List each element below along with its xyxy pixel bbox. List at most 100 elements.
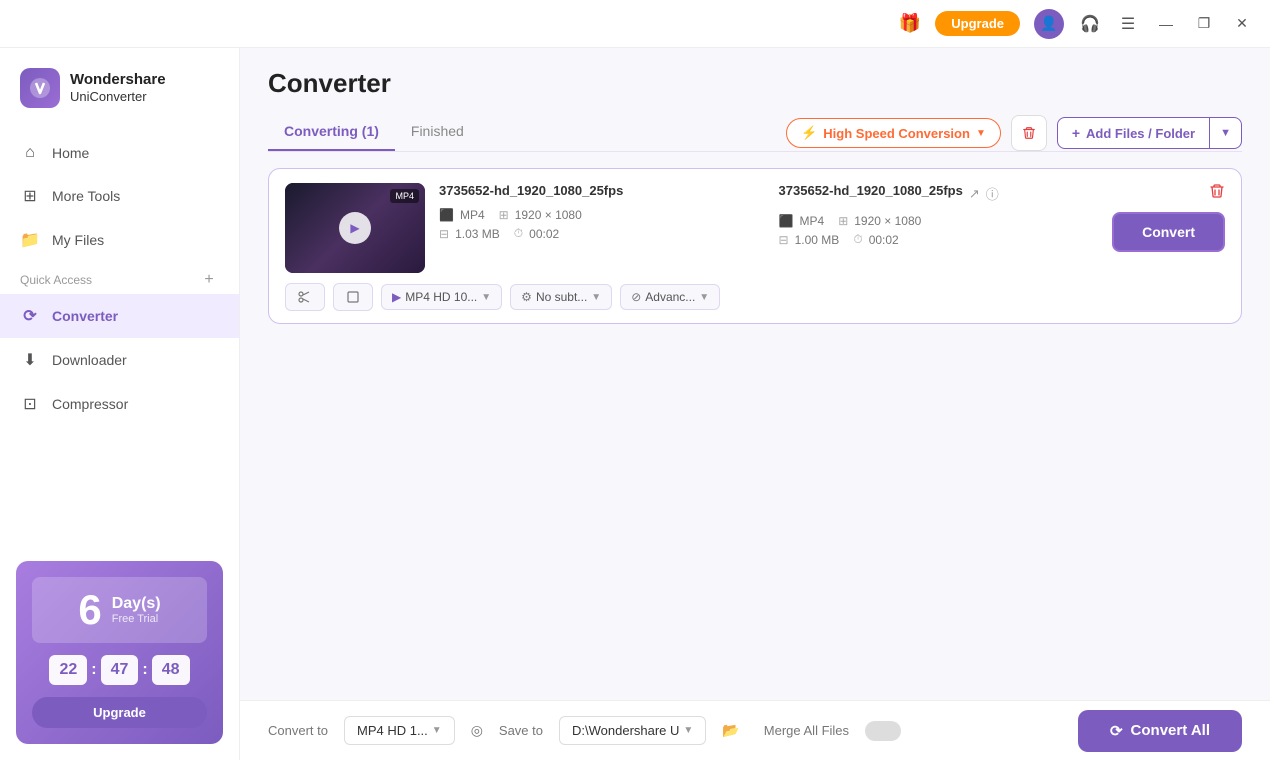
- more-tools-icon: ⊞: [20, 186, 40, 206]
- advanced-select-dropdown[interactable]: ⊘ Advanc... ▼: [620, 284, 720, 310]
- sidebar-item-more-tools[interactable]: ⊞ More Tools: [0, 174, 239, 218]
- bottom-tools: ▶ MP4 HD 10... ▼ ⚙ No subt... ▼ ⊘ Advanc…: [381, 284, 1225, 310]
- convert-all-button[interactable]: ⟳ Convert All: [1078, 710, 1242, 752]
- headset-icon[interactable]: 🎧: [1078, 12, 1102, 36]
- sidebar-item-converter[interactable]: ⟳ Converter: [0, 294, 239, 338]
- countdown-hours: 22: [49, 655, 87, 685]
- file-thumbnail: ▶ MP4: [285, 183, 425, 273]
- convert-to-label: Convert to: [268, 723, 328, 738]
- output-format-row: ⬛ MP4 ⊞ 1920 × 1080: [779, 214, 1099, 228]
- maximize-button[interactable]: ❐: [1192, 12, 1216, 36]
- close-button[interactable]: ✕: [1230, 12, 1254, 36]
- days-display: 6 Day(s) Free Trial: [32, 577, 207, 643]
- add-files-dropdown-arrow[interactable]: ▼: [1210, 120, 1241, 146]
- merge-toggle[interactable]: [865, 721, 901, 741]
- source-info-col: 3735652-hd_1920_1080_25fps ⬛ MP4 ⊞ 1920 …: [439, 183, 759, 247]
- folder-open-icon[interactable]: 📂: [722, 722, 739, 739]
- bottom-bar: Convert to MP4 HD 1... ▼ ◎ Save to D:\Wo…: [240, 700, 1270, 760]
- add-files-button[interactable]: + Add Files / Folder ▼: [1057, 117, 1242, 149]
- format-select-dropdown[interactable]: ▶ MP4 HD 10... ▼: [381, 284, 502, 310]
- file-card-bottom: ▶ MP4 HD 10... ▼ ⚙ No subt... ▼ ⊘ Advanc…: [269, 273, 1241, 323]
- chevron-down-icon: ▼: [481, 292, 491, 303]
- format-select-value: MP4 HD 10...: [405, 290, 477, 304]
- logo-icon: [20, 68, 60, 108]
- output-size: 1.00 MB: [795, 233, 840, 247]
- source-size-row: ⊟ 1.03 MB ⏱ 00:02: [439, 226, 759, 241]
- titlebar: 🎁 Upgrade 👤 🎧 ☰ — ❐ ✕: [0, 0, 1270, 48]
- convert-format-value: MP4 HD 1...: [357, 723, 428, 738]
- output-size-icon: ⊟: [779, 233, 789, 247]
- chevron-down-icon: ▼: [683, 725, 693, 736]
- trash-icon: [1209, 183, 1225, 199]
- menu-icon[interactable]: ☰: [1116, 12, 1140, 36]
- file-info: 3735652-hd_1920_1080_25fps ⬛ MP4 ⊞ 1920 …: [439, 183, 1098, 247]
- output-info-col: 3735652-hd_1920_1080_25fps ↗ ⓘ ⬛ MP4 ⊞: [779, 183, 1099, 247]
- add-files-main[interactable]: + Add Files / Folder: [1058, 118, 1210, 148]
- convert-to-dropdown[interactable]: MP4 HD 1... ▼: [344, 716, 455, 745]
- output-filename: 3735652-hd_1920_1080_25fps: [779, 183, 963, 198]
- quick-access-add-button[interactable]: +: [199, 270, 219, 290]
- trial-box: 6 Day(s) Free Trial 22 : 47 : 48 Upgrade: [16, 561, 223, 744]
- minimize-button[interactable]: —: [1154, 12, 1178, 36]
- source-format-row: ⬛ MP4 ⊞ 1920 × 1080: [439, 208, 759, 222]
- page-header: Converter Converting (1) Finished ⚡ High…: [240, 48, 1270, 151]
- tab-actions: ⚡ High Speed Conversion ▼ + Add Files / …: [786, 115, 1242, 151]
- sidebar-item-home[interactable]: ⌂ Home: [0, 132, 239, 174]
- output-duration: 00:02: [869, 233, 899, 247]
- upgrade-trial-button[interactable]: Upgrade: [32, 697, 207, 728]
- cut-tool-button[interactable]: [285, 283, 325, 311]
- avatar[interactable]: 👤: [1034, 9, 1064, 39]
- free-trial-label: Free Trial: [112, 613, 161, 625]
- sidebar-item-my-files[interactable]: 📁 My Files: [0, 218, 239, 262]
- convert-all-icon: ⟳: [1110, 722, 1123, 740]
- convert-button[interactable]: Convert: [1112, 212, 1225, 252]
- size-icon: ⊟: [439, 227, 449, 241]
- plus-icon: +: [1072, 125, 1080, 141]
- source-resolution: 1920 × 1080: [515, 208, 582, 222]
- source-duration: 00:02: [529, 227, 559, 241]
- waveform-icon: ⊘: [631, 290, 641, 304]
- output-resolution: 1920 × 1080: [854, 214, 921, 228]
- resolution-icon: ⊞: [499, 208, 509, 222]
- video-icon: ▶: [392, 290, 401, 304]
- days-number: 6: [78, 589, 101, 631]
- save-path-dropdown[interactable]: D:\Wondershare U ▼: [559, 716, 706, 745]
- upgrade-button[interactable]: Upgrade: [935, 11, 1020, 36]
- file-actions-right: Convert: [1112, 183, 1225, 252]
- quick-access-section: Quick Access +: [0, 262, 239, 294]
- high-speed-button[interactable]: ⚡ High Speed Conversion ▼: [786, 118, 1001, 148]
- delete-file-button[interactable]: [1209, 183, 1225, 204]
- sidebar-item-label: Compressor: [52, 396, 128, 412]
- downloader-icon: ⬇: [20, 350, 40, 370]
- gift-icon[interactable]: 🎁: [899, 13, 921, 34]
- content-area: Converter Converting (1) Finished ⚡ High…: [240, 48, 1270, 760]
- merge-all-label: Merge All Files: [764, 723, 849, 738]
- quick-access-label: Quick Access: [20, 273, 92, 287]
- subtitle-select-dropdown[interactable]: ⚙ No subt... ▼: [510, 284, 612, 310]
- chevron-down-icon: ▼: [976, 128, 986, 139]
- source-filename: 3735652-hd_1920_1080_25fps: [439, 183, 759, 198]
- external-link-icon[interactable]: ↗: [969, 186, 980, 202]
- countdown: 22 : 47 : 48: [32, 655, 207, 685]
- scissors-icon: [298, 290, 312, 304]
- file-card-top: ▶ MP4 3735652-hd_1920_1080_25fps ⬛ MP4 ⊞: [269, 169, 1241, 273]
- sidebar-item-label: Converter: [52, 308, 118, 324]
- sidebar-item-downloader[interactable]: ⬇ Downloader: [0, 338, 239, 382]
- sidebar-item-label: Downloader: [52, 352, 127, 368]
- tab-finished[interactable]: Finished: [395, 115, 480, 151]
- save-to-label: Save to: [499, 723, 543, 738]
- target-icon[interactable]: ◎: [471, 722, 483, 739]
- play-button[interactable]: ▶: [339, 212, 371, 244]
- delete-all-button[interactable]: [1011, 115, 1047, 151]
- info-icon[interactable]: ⓘ: [986, 184, 999, 203]
- chevron-down-icon: ▼: [1220, 127, 1231, 139]
- sidebar-item-label: Home: [52, 145, 89, 161]
- subtitle-select-value: No subt...: [536, 290, 587, 304]
- source-format: MP4: [460, 208, 485, 222]
- sidebar-item-compressor[interactable]: ⊡ Compressor: [0, 382, 239, 426]
- page-title: Converter: [268, 68, 1242, 99]
- sidebar: Wondershare UniConverter ⌂ Home ⊞ More T…: [0, 48, 240, 760]
- sidebar-item-label: My Files: [52, 232, 104, 248]
- crop-tool-button[interactable]: [333, 283, 373, 311]
- tab-converting[interactable]: Converting (1): [268, 115, 395, 151]
